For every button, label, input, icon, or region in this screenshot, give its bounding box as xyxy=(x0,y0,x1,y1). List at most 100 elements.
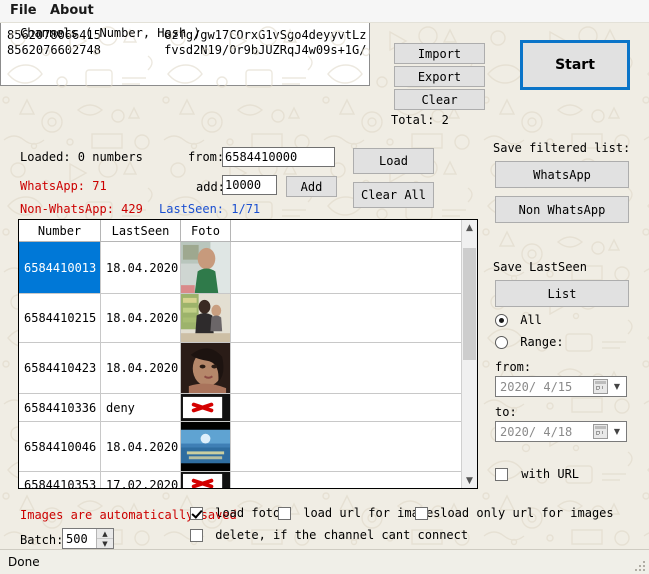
stepper-up-icon[interactable]: ▲ xyxy=(97,529,113,539)
save-non-whatsapp-button[interactable]: Non WhatsApp xyxy=(495,196,629,223)
radio-all-row[interactable]: All xyxy=(495,313,542,327)
grid-scrollbar[interactable]: ▲ ▼ xyxy=(461,220,477,488)
cell-lastseen: deny xyxy=(101,394,181,421)
add-input[interactable] xyxy=(222,175,277,195)
load-foto-row[interactable]: load foto xyxy=(190,506,280,520)
cell-number: 6584410336 xyxy=(19,394,101,421)
import-button[interactable]: Import xyxy=(394,43,485,64)
status-bar: Done xyxy=(0,549,649,574)
batch-stepper[interactable]: 500 ▲ ▼ xyxy=(62,528,114,549)
cell-foto[interactable] xyxy=(181,343,231,393)
grid-col-lastseen: LastSeen xyxy=(101,220,181,241)
batch-stepper-buttons[interactable]: ▲ ▼ xyxy=(96,529,113,548)
with-url-row[interactable]: with URL xyxy=(495,467,579,481)
table-row[interactable]: 6584410336 deny xyxy=(19,394,477,422)
radio-range[interactable] xyxy=(495,336,508,349)
from-input[interactable] xyxy=(222,147,335,167)
cell-number: 6584410046 xyxy=(19,422,101,471)
resize-grip-icon[interactable] xyxy=(635,561,645,571)
cell-number: 6584410013 xyxy=(19,242,101,293)
checkbox-load-only-url-for-images[interactable] xyxy=(415,507,428,520)
checkbox-load-url-for-images[interactable] xyxy=(278,507,291,520)
channels-row-number: 8562076602748 xyxy=(1,43,158,57)
lastseen-from-label: from: xyxy=(495,360,531,374)
status-text: Done xyxy=(8,555,40,569)
lastseen-to-datepicker[interactable]: 2020/ 4/18 ▼ xyxy=(495,421,627,442)
chevron-down-icon[interactable]: ▼ xyxy=(610,427,624,436)
cell-lastseen: 18.04.2020 xyxy=(101,422,181,471)
save-whatsapp-button[interactable]: WhatsApp xyxy=(495,161,629,188)
scroll-up-arrow[interactable]: ▲ xyxy=(462,220,477,235)
batch-value: 500 xyxy=(63,529,96,548)
lastseen-from-datepicker[interactable]: 2020/ 4/15 ▼ xyxy=(495,376,627,397)
cell-lastseen: 18.04.2020 xyxy=(101,294,181,342)
calendar-icon[interactable] xyxy=(593,424,608,439)
load-only-url-label: load only url for images xyxy=(440,506,613,520)
channels-total-label: Total: 2 xyxy=(391,113,449,127)
cell-filler xyxy=(231,472,477,489)
numbers-grid[interactable]: Number LastSeen Foto 6584410013 18.04.20… xyxy=(18,219,478,489)
checkbox-with-url[interactable] xyxy=(495,468,508,481)
cell-foto[interactable] xyxy=(181,422,231,471)
load-only-url-row[interactable]: load only url for images xyxy=(415,506,614,520)
table-row[interactable]: 6584410046 18.04.2020 xyxy=(19,422,477,472)
table-row[interactable]: 6584410353 17.02.2020 xyxy=(19,472,477,489)
menu-bar: File About xyxy=(0,0,649,23)
numbers-grid-header: Number LastSeen Foto xyxy=(19,220,477,242)
radio-all-label: All xyxy=(520,313,542,327)
menu-item-about[interactable]: About xyxy=(50,3,94,18)
save-filtered-title: Save filtered list: xyxy=(493,141,630,155)
channels-row[interactable]: 8562076602748 fvsd2N19/Or9bJUZRqJ4w09s+1… xyxy=(1,42,369,57)
lastseen-progress-label: LastSeen: 1/71 xyxy=(159,202,260,216)
channels-group-title: Channels ( Number, Hash ) xyxy=(20,26,201,40)
from-label: from: xyxy=(188,150,224,164)
channels-row-hash: fvsd2N19/Or9bJUZRqJ4w09s+1G/... xyxy=(158,43,369,57)
cell-foto[interactable] xyxy=(181,242,231,293)
delete-label: delete, if the channel cant connect xyxy=(215,528,468,542)
cell-filler xyxy=(231,242,477,293)
whatsapp-count-label: WhatsApp: 71 xyxy=(20,179,107,193)
table-row[interactable]: 6584410215 18.04.2020 xyxy=(19,294,477,343)
save-lastseen-title: Save LastSeen xyxy=(493,260,587,274)
table-row[interactable]: 6584410013 18.04.2020 xyxy=(19,242,477,294)
save-lastseen-list-button[interactable]: List xyxy=(495,280,629,307)
no-photo-red-cross xyxy=(181,394,230,421)
radio-range-label: Range: xyxy=(520,335,563,349)
stepper-down-icon[interactable]: ▼ xyxy=(97,539,113,548)
add-label: add: xyxy=(196,180,225,194)
cell-foto[interactable] xyxy=(181,472,231,489)
start-button[interactable]: Start xyxy=(520,40,630,90)
non-whatsapp-count-label: Non-WhatsApp: 429 xyxy=(20,202,143,216)
radio-all[interactable] xyxy=(495,314,508,327)
table-row[interactable]: 6584410423 18.04.2020 xyxy=(19,343,477,394)
menu-item-file[interactable]: File xyxy=(10,3,37,18)
batch-label: Batch: xyxy=(20,533,63,547)
clear-channels-button[interactable]: Clear xyxy=(394,89,485,110)
delete-if-cant-connect-row[interactable]: delete, if the channel cant connect xyxy=(190,528,468,542)
scroll-down-arrow[interactable]: ▼ xyxy=(462,473,477,488)
scrollbar-thumb[interactable] xyxy=(463,248,476,360)
load-button[interactable]: Load xyxy=(353,148,434,174)
cell-number: 6584410215 xyxy=(19,294,101,342)
cell-lastseen: 18.04.2020 xyxy=(101,242,181,293)
cell-filler xyxy=(231,422,477,471)
photo-man-green-shirt xyxy=(181,242,230,293)
checkbox-load-foto[interactable] xyxy=(190,507,203,520)
photo-woman-child xyxy=(181,294,230,342)
add-button[interactable]: Add xyxy=(286,176,337,197)
cell-foto[interactable] xyxy=(181,394,231,421)
cell-filler xyxy=(231,343,477,393)
calendar-icon[interactable] xyxy=(593,379,608,394)
load-foto-label: load foto xyxy=(215,506,280,520)
lastseen-from-value: 2020/ 4/15 xyxy=(496,380,593,394)
radio-range-row[interactable]: Range: xyxy=(495,335,564,349)
cell-lastseen: 18.04.2020 xyxy=(101,343,181,393)
cell-number: 6584410423 xyxy=(19,343,101,393)
loaded-count-label: Loaded: 0 numbers xyxy=(20,150,143,164)
export-button[interactable]: Export xyxy=(394,66,485,87)
cell-filler xyxy=(231,294,477,342)
clear-all-button[interactable]: Clear All xyxy=(353,182,434,208)
chevron-down-icon[interactable]: ▼ xyxy=(610,382,624,391)
checkbox-delete-if-cant-connect[interactable] xyxy=(190,529,203,542)
cell-foto[interactable] xyxy=(181,294,231,342)
